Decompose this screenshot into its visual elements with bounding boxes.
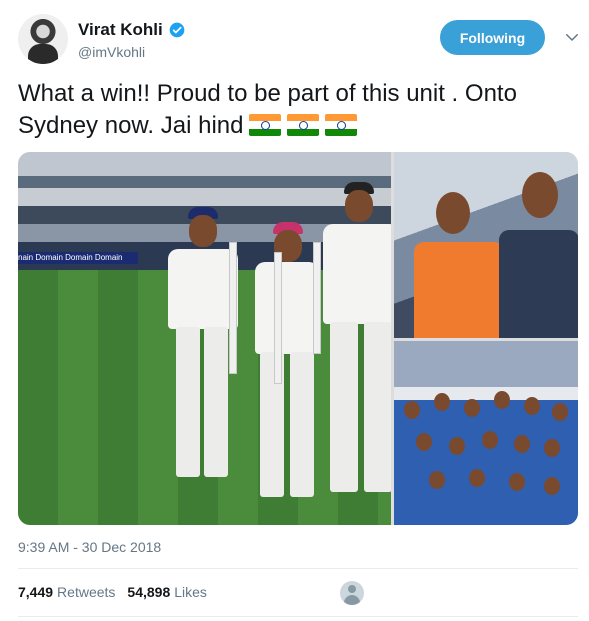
retweets-stat[interactable]: 7,449 Retweets [18, 584, 115, 600]
author-name-row[interactable]: Virat Kohli [78, 20, 185, 40]
author-handle[interactable]: @imVkohli [78, 44, 145, 60]
likes-label: Likes [174, 584, 207, 600]
likes-stat[interactable]: 54,898 Likes [127, 584, 207, 600]
tweet-stats: 7,449 Retweets 54,898 Likes [18, 584, 207, 600]
verified-badge-icon [169, 22, 185, 38]
stump-right [313, 242, 321, 354]
advertising-boards: nain Domain Domain Domain [18, 252, 138, 264]
india-flag-emoji [325, 114, 358, 136]
india-flag-emoji [249, 114, 282, 136]
photo-team-celebration[interactable] [394, 341, 578, 525]
photo-dressing-room-selfie[interactable] [394, 152, 578, 338]
chevron-down-icon[interactable] [563, 28, 581, 46]
likes-count: 54,898 [127, 584, 171, 600]
divider-bottom [18, 616, 578, 617]
retweets-label: Retweets [57, 584, 116, 600]
divider-top [18, 568, 578, 569]
tweet-text: What a win!! Proud to be part of this un… [18, 78, 578, 142]
author-display-name[interactable]: Virat Kohli [78, 20, 163, 40]
following-button[interactable]: Following [440, 20, 545, 55]
photo-players-on-field[interactable]: nain Domain Domain Domain [18, 152, 391, 525]
stump-left [229, 242, 237, 374]
retweets-count: 7,449 [18, 584, 54, 600]
tweet-timestamp[interactable]: 9:39 AM - 30 Dec 2018 [18, 539, 161, 555]
tweet-media-grid: nain Domain Domain Domain [18, 152, 578, 525]
india-flag-emoji [287, 114, 320, 136]
liker-avatar[interactable] [340, 581, 364, 605]
author-avatar[interactable] [18, 14, 68, 64]
stump-middle [274, 252, 282, 384]
tweet-header: Virat Kohli @imVkohli Following [18, 14, 578, 66]
